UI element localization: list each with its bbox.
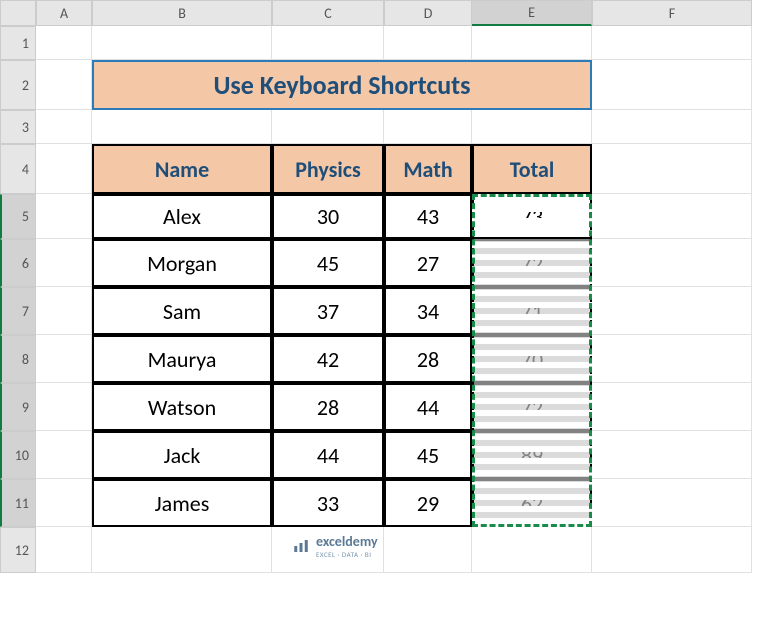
row-header-2[interactable]: 2 bbox=[0, 60, 36, 110]
column-headers: ABCDEF bbox=[36, 0, 752, 26]
row-header-6[interactable]: 6 bbox=[0, 239, 36, 287]
table-header[interactable]: Name bbox=[92, 144, 272, 194]
table-cell[interactable]: 45 bbox=[384, 431, 472, 479]
row-headers: 123456789101112 bbox=[0, 26, 36, 573]
chart-icon bbox=[292, 537, 310, 555]
row-header-9[interactable]: 9 bbox=[0, 383, 36, 431]
row-header-4[interactable]: 4 bbox=[0, 144, 36, 194]
watermark-brand: exceldemy bbox=[316, 533, 378, 550]
col-header-F[interactable]: F bbox=[592, 0, 752, 26]
title-banner: Use Keyboard Shortcuts bbox=[92, 60, 592, 110]
table-cell[interactable]: 33 bbox=[272, 479, 384, 527]
watermark: exceldemy EXCEL · DATA · BI bbox=[292, 533, 378, 559]
select-all-corner[interactable] bbox=[0, 0, 36, 26]
table-cell[interactable]: Watson bbox=[92, 383, 272, 431]
table-cell[interactable]: 29 bbox=[384, 479, 472, 527]
table-cell[interactable]: Morgan bbox=[92, 239, 272, 287]
watermark-tagline: EXCEL · DATA · BI bbox=[316, 550, 378, 559]
row-header-10[interactable]: 10 bbox=[0, 431, 36, 479]
table-cell[interactable]: 44 bbox=[384, 383, 472, 431]
table-header[interactable]: Math bbox=[384, 144, 472, 194]
col-header-B[interactable]: B bbox=[92, 0, 272, 26]
table-cell[interactable]: 45 bbox=[272, 239, 384, 287]
table-cell[interactable]: 37 bbox=[272, 287, 384, 335]
table-cell[interactable]: Jack bbox=[92, 431, 272, 479]
col-header-C[interactable]: C bbox=[272, 0, 384, 26]
table-cell[interactable]: 34 bbox=[384, 287, 472, 335]
row-header-7[interactable]: 7 bbox=[0, 287, 36, 335]
row-header-3[interactable]: 3 bbox=[0, 110, 36, 144]
col-header-D[interactable]: D bbox=[384, 0, 472, 26]
table-cell[interactable]: James bbox=[92, 479, 272, 527]
table-cell[interactable]: 27 bbox=[384, 239, 472, 287]
table-cell[interactable]: 42 bbox=[272, 335, 384, 383]
row-header-12[interactable]: 12 bbox=[0, 527, 36, 573]
table-cell[interactable]: Sam bbox=[92, 287, 272, 335]
table-cell[interactable]: 43 bbox=[384, 194, 472, 239]
table-header[interactable]: Physics bbox=[272, 144, 384, 194]
table-cell[interactable]: 30 bbox=[272, 194, 384, 239]
table-cell[interactable]: 28 bbox=[384, 335, 472, 383]
row-header-11[interactable]: 11 bbox=[0, 479, 36, 527]
col-header-E[interactable]: E bbox=[472, 0, 592, 26]
row-header-1[interactable]: 1 bbox=[0, 26, 36, 60]
table-header[interactable]: Total bbox=[472, 144, 592, 194]
table-cell[interactable]: Alex bbox=[92, 194, 272, 239]
row-header-5[interactable]: 5 bbox=[0, 194, 36, 239]
col-header-A[interactable]: A bbox=[36, 0, 92, 26]
title-text: Use Keyboard Shortcuts bbox=[213, 69, 470, 101]
table-cell[interactable]: Maurya bbox=[92, 335, 272, 383]
selection-fill bbox=[474, 239, 590, 525]
table-cell[interactable]: 28 bbox=[272, 383, 384, 431]
row-header-8[interactable]: 8 bbox=[0, 335, 36, 383]
table-cell[interactable]: 44 bbox=[272, 431, 384, 479]
table-cell[interactable]: 73 bbox=[472, 194, 592, 239]
